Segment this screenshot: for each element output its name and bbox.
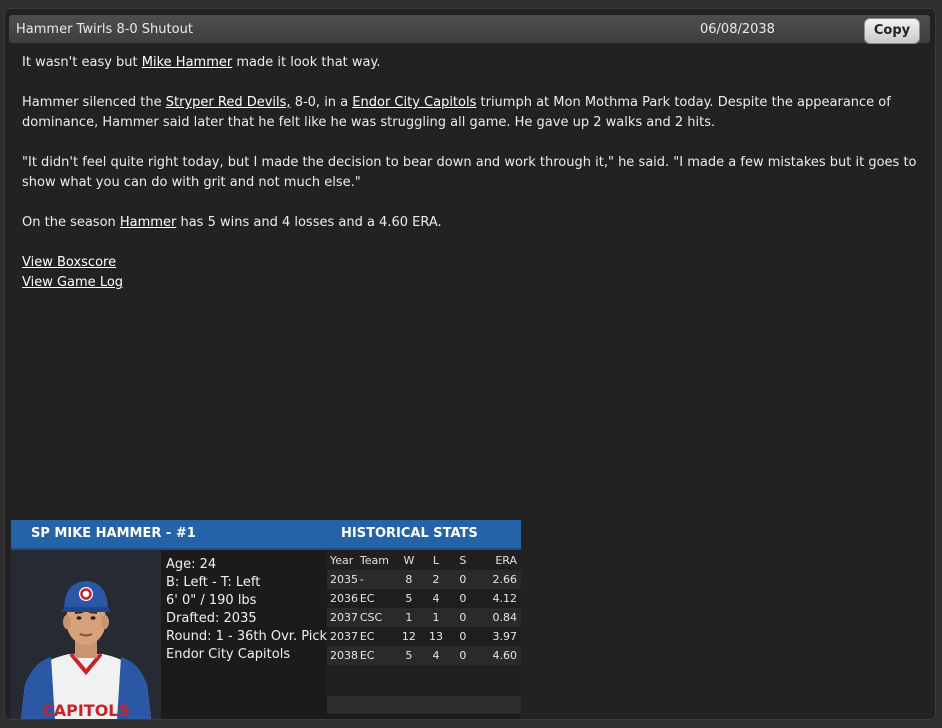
article-links: View Boxscore View Game Log bbox=[22, 253, 922, 293]
column-header-team[interactable]: Team bbox=[360, 550, 396, 570]
player-bio: Age: 24 B: Left - T: Left 6' 0" / 190 lb… bbox=[166, 556, 327, 664]
player-draft-round: Round: 1 - 36th Ovr. Pick bbox=[166, 629, 328, 644]
cell-s: 0 bbox=[449, 589, 477, 608]
stats-footer-bar bbox=[327, 696, 521, 714]
cell-era: 4.12 bbox=[476, 589, 521, 608]
cell-l: 4 bbox=[422, 646, 450, 665]
text: Hammer silenced the bbox=[22, 95, 166, 110]
cell-team: EC bbox=[359, 589, 396, 608]
column-header-era[interactable]: ERA bbox=[476, 550, 521, 570]
cell-year: 2035 bbox=[327, 570, 360, 589]
paragraph-3: "It didn't feel quite right today, but I… bbox=[22, 155, 917, 190]
text: made it look that way. bbox=[232, 55, 381, 70]
copy-button[interactable]: Copy bbox=[864, 18, 920, 44]
player-bats-throws: B: Left - T: Left bbox=[166, 575, 261, 590]
player-name-heading: SP MIKE HAMMER - #1 bbox=[31, 526, 196, 541]
cell-team: CSC bbox=[359, 608, 396, 627]
player-card: SP MIKE HAMMER - #1 HISTORICAL STATS CAP… bbox=[11, 520, 521, 720]
cell-team: EC bbox=[359, 627, 396, 646]
cell-w: 5 bbox=[395, 646, 423, 665]
cell-w: 8 bbox=[395, 570, 423, 589]
table-row: 2037 EC 12 13 0 3.97 bbox=[327, 627, 521, 646]
paragraph-4: On the season Hammer has 5 wins and 4 lo… bbox=[22, 213, 922, 233]
player-avatar-icon: CAPITOLS bbox=[21, 581, 151, 720]
view-boxscore-link[interactable]: View Boxscore bbox=[22, 253, 922, 273]
column-header-year[interactable]: Year bbox=[327, 550, 360, 570]
cell-era: 3.97 bbox=[476, 627, 521, 646]
cell-team: - bbox=[359, 570, 396, 589]
article-body: It wasn't easy but Mike Hammer made it l… bbox=[22, 53, 922, 293]
player-team: Endor City Capitols bbox=[166, 647, 291, 662]
cell-era: 4.60 bbox=[476, 646, 521, 665]
cell-w: 12 bbox=[395, 627, 423, 646]
cell-l: 1 bbox=[422, 608, 450, 627]
historical-stats-heading: HISTORICAL STATS bbox=[341, 526, 478, 541]
cell-l: 2 bbox=[422, 570, 450, 589]
column-header-s[interactable]: S bbox=[450, 550, 477, 570]
text: It wasn't easy but bbox=[22, 55, 142, 70]
cell-year: 2038 bbox=[327, 646, 360, 665]
news-article-window: Hammer Twirls 8-0 Shutout 06/08/2038 Cop… bbox=[4, 8, 936, 720]
cell-era: 2.66 bbox=[476, 570, 521, 589]
historical-stats-table: Year Team W L S ERA 2035 - 8 2 0 2.66 20… bbox=[327, 550, 521, 714]
table-row: 2038 EC 5 4 0 4.60 bbox=[327, 646, 521, 665]
cell-s: 0 bbox=[449, 570, 477, 589]
cell-team: EC bbox=[359, 646, 396, 665]
article-titlebar: Hammer Twirls 8-0 Shutout 06/08/2038 Cop… bbox=[9, 15, 930, 44]
text: has 5 wins and 4 losses and a 4.60 ERA. bbox=[176, 215, 442, 230]
player-card-header: SP MIKE HAMMER - #1 HISTORICAL STATS bbox=[11, 520, 521, 550]
cell-year: 2037 bbox=[327, 608, 360, 627]
player-size: 6' 0" / 190 lbs bbox=[166, 593, 257, 608]
stats-header-row: Year Team W L S ERA bbox=[327, 550, 521, 570]
article-title: Hammer Twirls 8-0 Shutout bbox=[16, 22, 193, 37]
cell-year: 2036 bbox=[327, 589, 360, 608]
table-row: 2037 CSC 1 1 0 0.84 bbox=[327, 608, 521, 627]
cell-s: 0 bbox=[449, 608, 477, 627]
article-date: 06/08/2038 bbox=[700, 22, 775, 37]
text: 8-0, in a bbox=[290, 95, 353, 110]
table-row: 2036 EC 5 4 0 4.12 bbox=[327, 589, 521, 608]
cell-year: 2037 bbox=[327, 627, 360, 646]
cell-l: 13 bbox=[422, 627, 450, 646]
player-drafted: Drafted: 2035 bbox=[166, 611, 257, 626]
player-link[interactable]: Mike Hammer bbox=[142, 55, 232, 70]
table-row: 2035 - 8 2 0 2.66 bbox=[327, 570, 521, 589]
paragraph-1: It wasn't easy but Mike Hammer made it l… bbox=[22, 53, 922, 73]
column-header-w[interactable]: W bbox=[395, 550, 422, 570]
player-age: Age: 24 bbox=[166, 557, 217, 572]
cell-l: 4 bbox=[422, 589, 450, 608]
paragraph-2: Hammer silenced the Stryper Red Devils, … bbox=[22, 93, 922, 133]
view-game-log-link[interactable]: View Game Log bbox=[22, 273, 922, 293]
text: On the season bbox=[22, 215, 120, 230]
cell-s: 0 bbox=[449, 627, 477, 646]
column-header-l[interactable]: L bbox=[422, 550, 449, 570]
opponent-team-link[interactable]: Stryper Red Devils, bbox=[166, 95, 291, 110]
team-link[interactable]: Endor City Capitols bbox=[352, 95, 476, 110]
cell-w: 5 bbox=[395, 589, 423, 608]
cell-w: 1 bbox=[395, 608, 423, 627]
cell-era: 0.84 bbox=[476, 608, 521, 627]
svg-text:CAPITOLS: CAPITOLS bbox=[42, 701, 130, 720]
cell-s: 0 bbox=[449, 646, 477, 665]
player-portrait[interactable]: CAPITOLS bbox=[11, 550, 161, 720]
player-link[interactable]: Hammer bbox=[120, 215, 176, 230]
